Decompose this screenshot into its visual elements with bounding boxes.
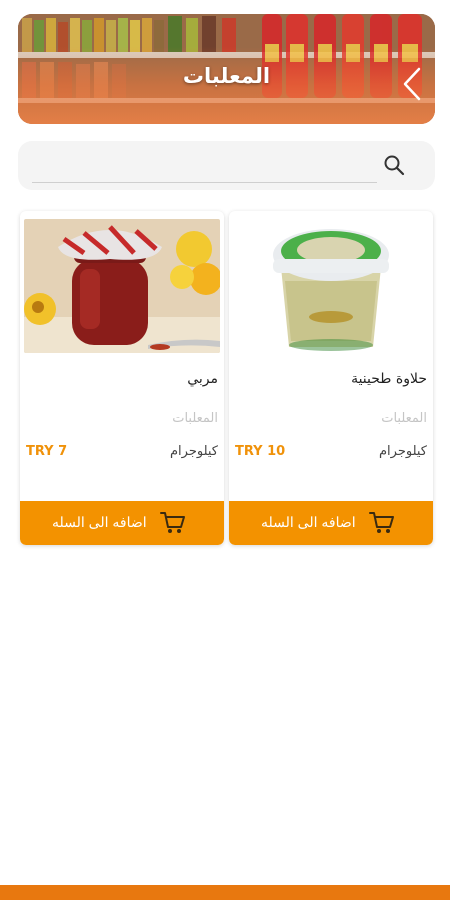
- header-banner: المعلبات: [18, 14, 435, 124]
- search-icon[interactable]: [383, 154, 405, 176]
- add-to-cart-label: اضافه الى السله: [52, 514, 147, 530]
- product-price: TRY 10: [235, 444, 286, 459]
- jam-jar-image: [24, 219, 220, 353]
- search-input[interactable]: [32, 149, 377, 183]
- add-to-cart-label: اضافه الى السله: [261, 514, 356, 530]
- search-bar: [18, 141, 435, 190]
- product-card[interactable]: مربي المعلبات كيلوجرام TRY 7 اضافه الى ا…: [20, 211, 224, 545]
- halva-tub-image: [233, 219, 429, 353]
- product-image: [233, 219, 429, 353]
- product-name: حلاوة طحينية: [351, 371, 427, 387]
- chevron-back-icon[interactable]: [401, 66, 423, 102]
- product-name: مربي: [187, 371, 218, 387]
- product-image: [24, 219, 220, 353]
- product-category: المعلبات: [381, 411, 427, 426]
- product-price: TRY 7: [26, 444, 68, 459]
- product-unit: كيلوجرام: [378, 444, 427, 459]
- cart-icon: [160, 512, 185, 533]
- product-card[interactable]: حلاوة طحينية المعلبات كيلوجرام TRY 10 اض…: [229, 211, 433, 545]
- page-title: المعلبات: [182, 64, 271, 88]
- cart-icon: [369, 512, 394, 533]
- product-unit: كيلوجرام: [169, 444, 218, 459]
- bottom-bar: [0, 885, 450, 900]
- add-to-cart-button[interactable]: اضافه الى السله: [20, 501, 224, 545]
- product-category: المعلبات: [172, 411, 218, 426]
- add-to-cart-button[interactable]: اضافه الى السله: [229, 501, 433, 545]
